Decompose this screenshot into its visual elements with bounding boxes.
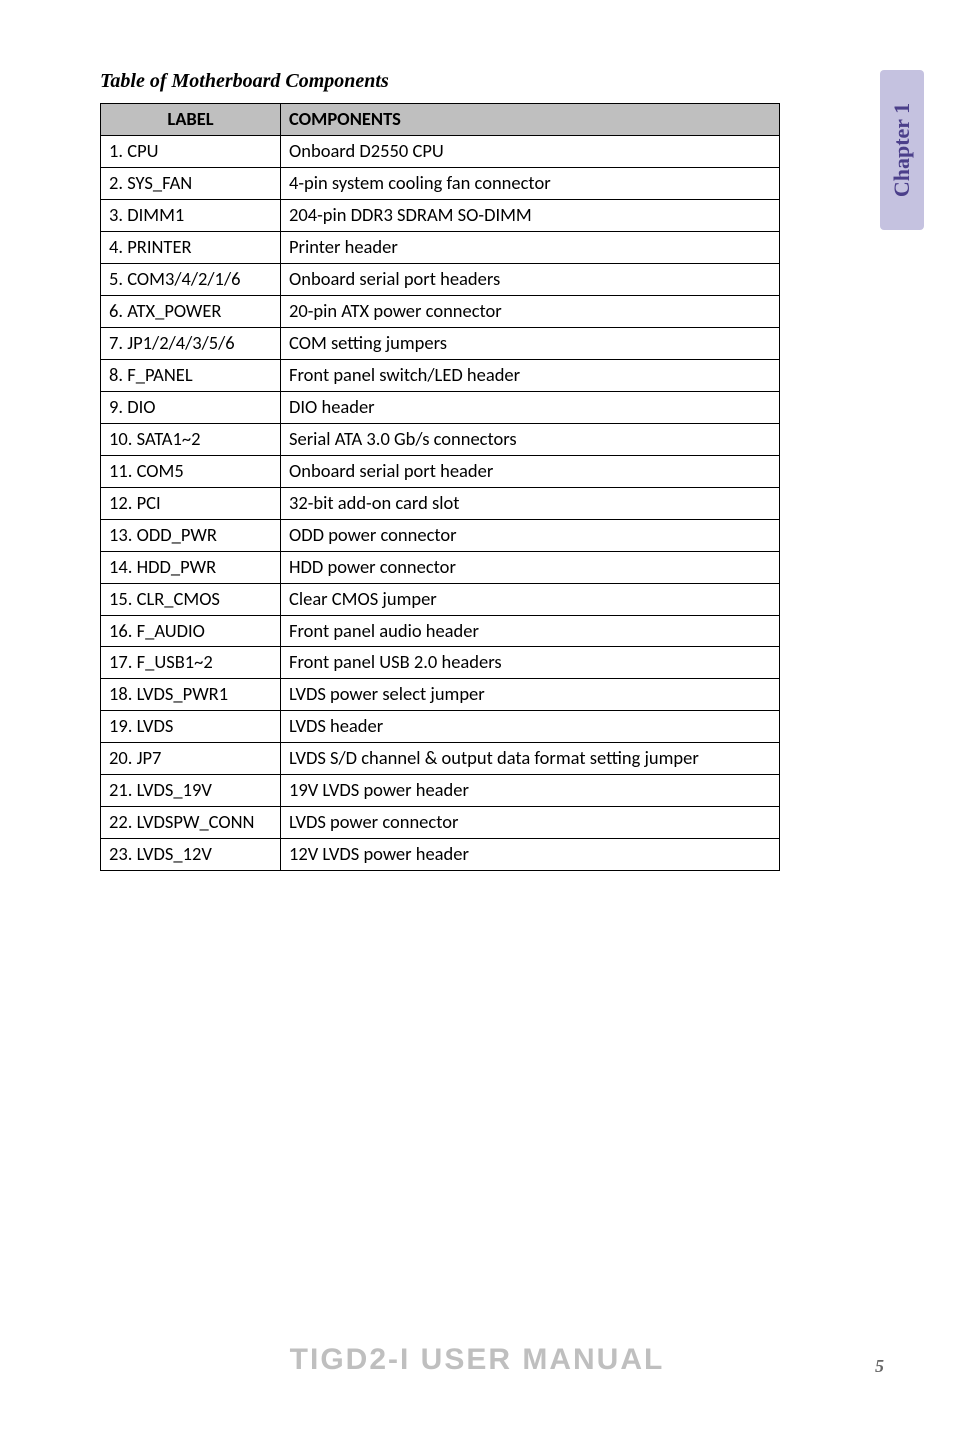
cell-label: 13. ODD_PWR <box>101 519 281 551</box>
table-row: 22. LVDSPW_CONNLVDS power connector <box>101 807 780 839</box>
cell-component: HDD power connector <box>281 551 780 583</box>
cell-component: Clear CMOS jumper <box>281 583 780 615</box>
cell-component: Onboard serial port header <box>281 455 780 487</box>
cell-label: 7. JP1/2/4/3/5/6 <box>101 327 281 359</box>
table-row: 13. ODD_PWRODD power connector <box>101 519 780 551</box>
cell-component: Front panel switch/LED header <box>281 359 780 391</box>
table-row: 18. LVDS_PWR1LVDS power select jumper <box>101 679 780 711</box>
cell-component: Front panel audio header <box>281 615 780 647</box>
table-row: 3. DIMM1204-pin DDR3 SDRAM SO-DIMM <box>101 199 780 231</box>
table-row: 8. F_PANELFront panel switch/LED header <box>101 359 780 391</box>
cell-component: LVDS header <box>281 711 780 743</box>
table-row: 9. DIODIO header <box>101 391 780 423</box>
table-row: 14. HDD_PWRHDD power connector <box>101 551 780 583</box>
table-title: Table of Motherboard Components <box>100 70 879 93</box>
table-row: 16. F_AUDIOFront panel audio header <box>101 615 780 647</box>
cell-component: Onboard D2550 CPU <box>281 135 780 167</box>
chapter-tab: Chapter 1 <box>880 70 924 230</box>
table-row: 15. CLR_CMOSClear CMOS jumper <box>101 583 780 615</box>
table-row: 2. SYS_FAN4-pin system cooling fan conne… <box>101 167 780 199</box>
cell-label: 3. DIMM1 <box>101 199 281 231</box>
cell-component: LVDS S/D channel & output data format se… <box>281 743 780 775</box>
cell-label: 15. CLR_CMOS <box>101 583 281 615</box>
cell-label: 20. JP7 <box>101 743 281 775</box>
table-row: 4. PRINTERPrinter header <box>101 231 780 263</box>
cell-component: Onboard serial port headers <box>281 263 780 295</box>
chapter-label: Chapter 1 <box>889 103 915 197</box>
components-table: LABEL COMPONENTS 1. CPUOnboard D2550 CPU… <box>100 103 780 871</box>
cell-label: 10. SATA1~2 <box>101 423 281 455</box>
table-row: 5. COM3/4/2/1/6Onboard serial port heade… <box>101 263 780 295</box>
cell-component: Printer header <box>281 231 780 263</box>
cell-component: 20-pin ATX power connector <box>281 295 780 327</box>
cell-component: 32-bit add-on card slot <box>281 487 780 519</box>
table-row: 19. LVDSLVDS header <box>101 711 780 743</box>
cell-component: LVDS power connector <box>281 807 780 839</box>
cell-label: 5. COM3/4/2/1/6 <box>101 263 281 295</box>
table-row: 6. ATX_POWER20-pin ATX power connector <box>101 295 780 327</box>
table-row: 23. LVDS_12V12V LVDS power header <box>101 839 780 871</box>
cell-label: 4. PRINTER <box>101 231 281 263</box>
cell-component: Serial ATA 3.0 Gb/s connectors <box>281 423 780 455</box>
footer: TIGD2-I USER MANUAL <box>0 1343 954 1377</box>
cell-label: 11. COM5 <box>101 455 281 487</box>
cell-label: 18. LVDS_PWR1 <box>101 679 281 711</box>
table-row: 11. COM5Onboard serial port header <box>101 455 780 487</box>
header-label: LABEL <box>101 104 281 136</box>
table-header-row: LABEL COMPONENTS <box>101 104 780 136</box>
table-row: 17. F_USB1~2Front panel USB 2.0 headers <box>101 647 780 679</box>
cell-label: 19. LVDS <box>101 711 281 743</box>
cell-component: COM setting jumpers <box>281 327 780 359</box>
table-row: 10. SATA1~2Serial ATA 3.0 Gb/s connector… <box>101 423 780 455</box>
cell-label: 16. F_AUDIO <box>101 615 281 647</box>
cell-label: 6. ATX_POWER <box>101 295 281 327</box>
cell-label: 22. LVDSPW_CONN <box>101 807 281 839</box>
cell-component: DIO header <box>281 391 780 423</box>
cell-label: 14. HDD_PWR <box>101 551 281 583</box>
cell-label: 9. DIO <box>101 391 281 423</box>
cell-label: 21. LVDS_19V <box>101 775 281 807</box>
cell-component: 19V LVDS power header <box>281 775 780 807</box>
cell-component: 204-pin DDR3 SDRAM SO-DIMM <box>281 199 780 231</box>
cell-component: 4-pin system cooling fan connector <box>281 167 780 199</box>
cell-label: 23. LVDS_12V <box>101 839 281 871</box>
cell-label: 2. SYS_FAN <box>101 167 281 199</box>
table-row: 12. PCI32-bit add-on card slot <box>101 487 780 519</box>
cell-component: ODD power connector <box>281 519 780 551</box>
page-number: 5 <box>875 1356 884 1377</box>
cell-component: 12V LVDS power header <box>281 839 780 871</box>
table-row: 20. JP7LVDS S/D channel & output data fo… <box>101 743 780 775</box>
table-row: 1. CPUOnboard D2550 CPU <box>101 135 780 167</box>
cell-component: LVDS power select jumper <box>281 679 780 711</box>
footer-title: TIGD2-I USER MANUAL <box>0 1343 954 1377</box>
header-components: COMPONENTS <box>281 104 780 136</box>
cell-component: Front panel USB 2.0 headers <box>281 647 780 679</box>
cell-label: 1. CPU <box>101 135 281 167</box>
table-row: 7. JP1/2/4/3/5/6COM setting jumpers <box>101 327 780 359</box>
cell-label: 12. PCI <box>101 487 281 519</box>
cell-label: 17. F_USB1~2 <box>101 647 281 679</box>
cell-label: 8. F_PANEL <box>101 359 281 391</box>
table-row: 21. LVDS_19V19V LVDS power header <box>101 775 780 807</box>
